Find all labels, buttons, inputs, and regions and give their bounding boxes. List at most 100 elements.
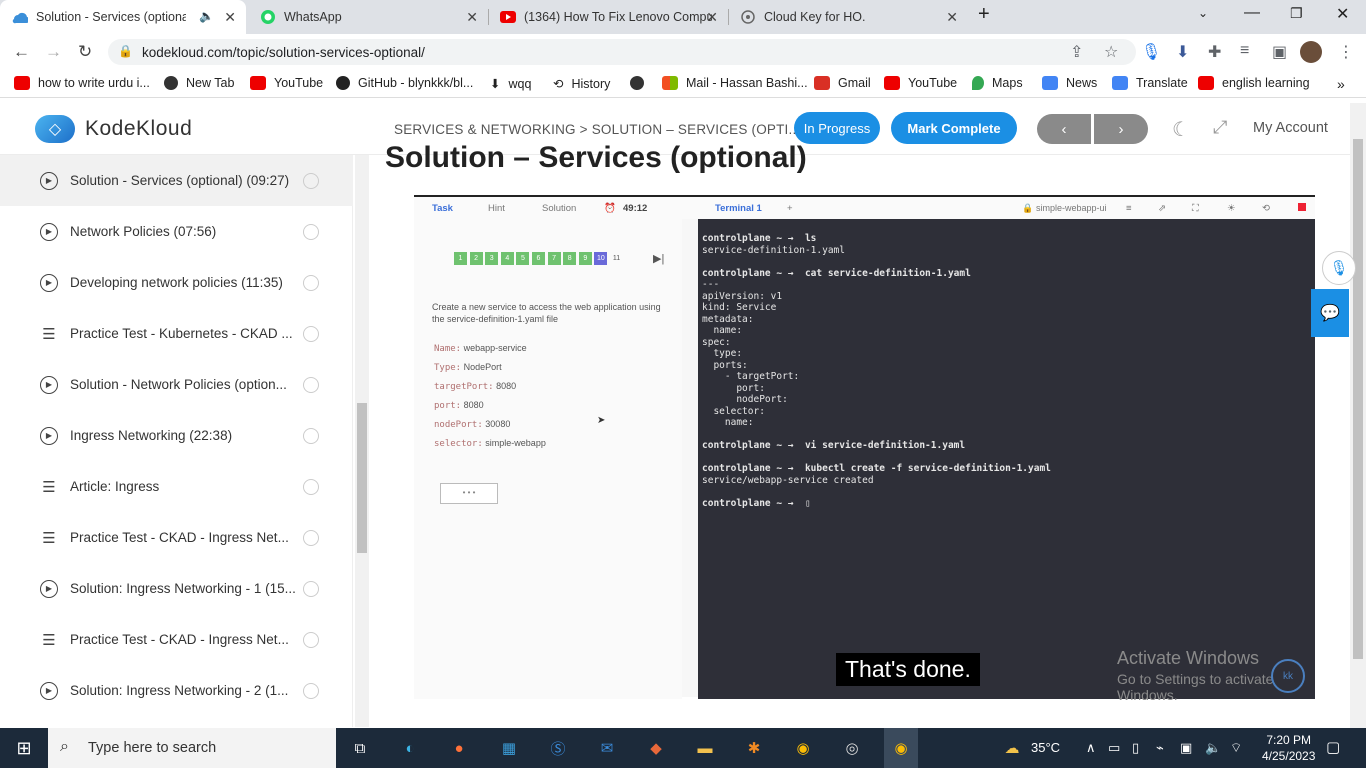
bookmark-item[interactable]: GitHub - blynkkk/bl... (336, 76, 473, 90)
back-icon[interactable]: ← (13, 42, 30, 62)
lesson-item[interactable]: ▶ Solution: Ingress Networking - 1 (15... (0, 563, 353, 614)
bookmark-item[interactable] (630, 76, 652, 90)
lesson-item[interactable]: ▶ Network Policies (07:56) (0, 206, 353, 257)
prev-lesson-button[interactable]: ‹ (1037, 114, 1091, 144)
chrome-active-icon[interactable]: ◉ (884, 728, 918, 768)
mail-icon[interactable]: ✉ (595, 736, 619, 760)
lesson-item[interactable]: ▶ Solution - Network Policies (option... (0, 359, 353, 410)
reload-icon[interactable]: ↻ (78, 42, 92, 62)
new-tab-button[interactable]: + (978, 3, 990, 26)
settings-app-icon[interactable]: ✱ (742, 736, 766, 760)
clock[interactable]: 7:20 PM 4/25/2023 (1262, 732, 1315, 764)
lesson-item[interactable]: ☰ Practice Test - Kubernetes - CKAD ... (0, 308, 353, 359)
speaker-icon[interactable]: 🔈 (199, 9, 214, 23)
chrome-icon[interactable]: ◉ (791, 736, 815, 760)
close-icon[interactable]: ✕ (466, 9, 478, 26)
temperature[interactable]: 35°C (1031, 740, 1060, 755)
lesson-item[interactable]: ☰ Practice Test - CKAD - Ingress Net... (0, 512, 353, 563)
share-icon[interactable]: ⇪ (1070, 42, 1083, 62)
minimize-button[interactable]: — (1244, 4, 1260, 22)
url-text[interactable]: kodekloud.com/topic/solution-services-op… (142, 45, 425, 60)
voice-input-icon[interactable]: 🎙 (1322, 251, 1356, 285)
bookmark-item[interactable]: Mail - Hassan Bashi... (662, 76, 808, 90)
bookmark-item[interactable]: Translate (1112, 76, 1188, 90)
bookmark-item[interactable]: how to write urdu i... (14, 76, 150, 90)
bookmark-item[interactable]: YouTube (250, 76, 323, 90)
close-icon[interactable]: ✕ (706, 9, 718, 26)
fullscreen-icon[interactable]: ⤢ (1213, 117, 1227, 138)
bookmark-item[interactable]: News (1042, 76, 1097, 90)
dark-mode-icon[interactable]: ☾ (1172, 117, 1190, 142)
logo-text: KodeKloud (85, 117, 193, 140)
taskbar-search[interactable]: ⌕ Type here to search (48, 728, 336, 768)
sidebar-scrollbar-thumb[interactable] (357, 403, 367, 553)
lesson-item[interactable]: ☰ Practice Test - CKAD - Ingress Net... (0, 614, 353, 665)
bookmark-star-icon[interactable]: ☆ (1104, 42, 1118, 62)
bookmark-item[interactable]: ⬇ wqq (490, 76, 531, 92)
more-bookmarks-icon[interactable]: » (1337, 76, 1345, 92)
wifi-icon[interactable]: ⌔ (1230, 740, 1242, 756)
lesson-item[interactable]: ▶ Ingress Networking (22:38) (0, 410, 353, 461)
app-icon[interactable]: ◎ (840, 736, 864, 760)
lesson-item[interactable]: ▶ Solution: Ingress Networking - 2 (1... (0, 665, 353, 716)
browser-tab-cloud-key[interactable]: Cloud Key for HO. ✕ (728, 0, 968, 34)
network-icon[interactable]: ▭ (1108, 740, 1120, 756)
page-scrollbar[interactable] (1350, 103, 1366, 728)
restore-button[interactable]: ❐ (1290, 5, 1303, 22)
close-window-button[interactable]: ✕ (1336, 4, 1349, 24)
chat-widget-icon[interactable]: 💬 (1311, 289, 1349, 337)
extensions-icon[interactable]: ✚ (1208, 42, 1221, 62)
terminal-line: apiVersion: v1 (702, 290, 783, 302)
bookmark-item[interactable]: Gmail (814, 76, 871, 90)
download-extension-icon[interactable]: ⬇ (1176, 42, 1189, 62)
battery-icon[interactable]: ▯ (1132, 740, 1139, 756)
forward-icon[interactable]: → (45, 42, 62, 62)
lesson-item[interactable]: ▶ Solution - Services (optional) (09:27) (0, 155, 353, 206)
my-account-link[interactable]: My Account (1253, 120, 1328, 136)
tab-search-icon[interactable]: ⌄ (1198, 6, 1208, 20)
display-icon[interactable]: ▣ (1180, 740, 1192, 756)
bookmark-item[interactable]: Maps (972, 76, 1023, 90)
close-icon[interactable]: ✕ (224, 9, 236, 26)
profile-avatar[interactable] (1300, 41, 1322, 63)
terminal-line: controlplane ~ → cat service-definition-… (702, 267, 971, 279)
task-view-icon[interactable]: ⧉ (348, 736, 372, 760)
lock-icon[interactable]: 🔒 (118, 44, 133, 58)
skype-icon[interactable]: Ⓢ (546, 736, 570, 760)
mouse-cursor-icon: ➤ (597, 415, 606, 426)
browser-tab-whatsapp[interactable]: WhatsApp ✕ (248, 0, 489, 34)
bookmark-item[interactable]: english learning (1198, 76, 1310, 90)
weather-icon[interactable]: ☁ (1000, 736, 1024, 760)
logo[interactable]: ◇ KodeKloud (35, 115, 192, 143)
lesson-item[interactable]: ☰ Article: Ingress (0, 461, 353, 512)
globe-icon (630, 76, 644, 90)
firefox-icon[interactable]: ● (447, 736, 471, 760)
file-explorer-icon[interactable]: ▬ (693, 736, 717, 760)
app-icon[interactable]: ◆ (644, 736, 668, 760)
browser-tab-kodekloud[interactable]: Solution - Services (optional) 🔈 ✕ (0, 0, 246, 34)
media-icon[interactable]: ≡ (1240, 42, 1249, 60)
volume-icon[interactable]: 🔈 (1205, 740, 1221, 756)
close-icon[interactable]: ✕ (946, 9, 958, 26)
bookmark-item[interactable]: ⟲ History (553, 76, 610, 92)
next-lesson-button[interactable]: › (1094, 114, 1148, 144)
lesson-item[interactable]: ▶ Developing network policies (11:35) (0, 257, 353, 308)
menu-icon[interactable]: ⋮ (1338, 42, 1354, 62)
mic-extension-icon[interactable]: 🎙 (1141, 42, 1161, 62)
bookmark-item[interactable]: New Tab (164, 76, 234, 90)
mark-complete-button[interactable]: Mark Complete (891, 112, 1017, 144)
address-bar[interactable]: 🔒 kodekloud.com/topic/solution-services-… (108, 39, 1136, 65)
chevron-up-icon[interactable]: ∧ (1086, 740, 1096, 756)
bookmark-item[interactable]: YouTube (884, 76, 957, 90)
notifications-icon[interactable]: ▢ (1326, 738, 1340, 756)
browser-tab-youtube[interactable]: (1364) How To Fix Lenovo Compu ✕ (488, 0, 729, 34)
store-icon[interactable]: ▦ (497, 736, 521, 760)
in-progress-button[interactable]: In Progress (794, 112, 880, 144)
video-player[interactable]: Task Hint Solution ⏰ 49:12 Terminal 1 + … (414, 195, 1315, 703)
edge-icon[interactable]: ◐ (398, 736, 422, 760)
page-scrollbar-thumb[interactable] (1353, 139, 1363, 659)
windows-start-icon[interactable]: ⊞ (12, 736, 36, 760)
side-panel-icon[interactable]: ▣ (1272, 42, 1287, 62)
usb-icon[interactable]: ⌁ (1156, 740, 1164, 756)
